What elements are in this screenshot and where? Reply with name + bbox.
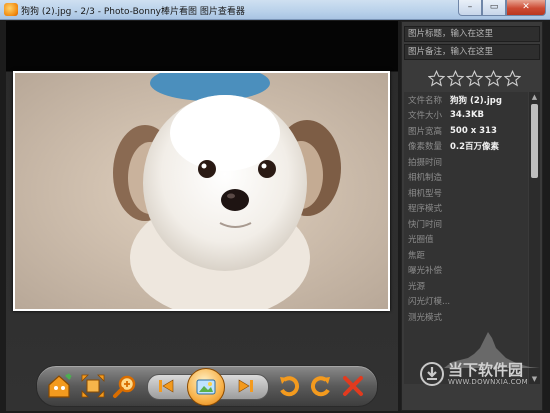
zoom-icon[interactable] bbox=[111, 372, 139, 400]
close-button[interactable]: ✕ bbox=[506, 0, 546, 16]
rotate-right-icon[interactable] bbox=[307, 372, 335, 400]
property-key: 图片宽高 bbox=[408, 126, 443, 137]
home-icon[interactable] bbox=[43, 370, 75, 402]
property-row: 曝光补偿 bbox=[404, 263, 528, 279]
star-icon[interactable] bbox=[485, 70, 502, 87]
property-row: 光圈值 bbox=[404, 232, 528, 248]
property-row: 焦距 bbox=[404, 247, 528, 263]
title-input[interactable]: 图片标题，输入在这里 bbox=[404, 26, 540, 42]
title-bar[interactable]: 狗狗 (2).jpg - 2/3 - Photo-Bonny棒片看图 图片查看器… bbox=[0, 0, 550, 20]
scroll-down-icon[interactable]: ▼ bbox=[531, 375, 538, 383]
watermark-text-en: WWW.DOWNXIA.COM bbox=[448, 378, 528, 386]
property-key: 相机型号 bbox=[408, 188, 443, 199]
previous-icon[interactable] bbox=[155, 376, 177, 396]
scroll-thumb[interactable] bbox=[531, 104, 538, 178]
property-row: 文件大小 34.3KB bbox=[404, 108, 528, 124]
property-key: 相机制造 bbox=[408, 173, 443, 184]
watermark-text-cn: 当下软件园 bbox=[448, 361, 524, 379]
delete-icon[interactable] bbox=[339, 372, 367, 400]
window-title: 狗狗 (2).jpg - 2/3 - Photo-Bonny棒片看图 图片查看器 bbox=[21, 7, 245, 17]
property-key: 焦距 bbox=[408, 250, 426, 261]
property-value: 500 x 313 bbox=[450, 125, 497, 136]
rating-stars[interactable] bbox=[428, 70, 521, 87]
star-icon[interactable] bbox=[504, 70, 521, 87]
photo-frame bbox=[13, 71, 390, 311]
property-value: 34.3KB bbox=[450, 110, 485, 121]
property-key: 文件大小 bbox=[408, 111, 443, 122]
property-key: 闪光灯模... bbox=[408, 297, 451, 308]
property-row: 光源 bbox=[404, 278, 528, 294]
next-icon[interactable] bbox=[235, 376, 257, 396]
watermark-logo-icon bbox=[420, 362, 444, 386]
fit-screen-icon[interactable] bbox=[79, 372, 107, 400]
image-viewer[interactable] bbox=[6, 21, 398, 411]
property-key: 快门时间 bbox=[408, 219, 443, 230]
property-row: 相机型号 bbox=[404, 185, 528, 201]
rotate-left-icon[interactable] bbox=[275, 372, 303, 400]
star-icon[interactable] bbox=[466, 70, 483, 87]
star-icon[interactable] bbox=[428, 70, 445, 87]
slideshow-button[interactable] bbox=[187, 368, 225, 406]
property-row: 程序模式 bbox=[404, 201, 528, 217]
property-row: 像素数量 0.2百万像素 bbox=[404, 139, 528, 155]
property-key: 曝光补偿 bbox=[408, 266, 443, 277]
window-controls: – ▭ ✕ bbox=[458, 0, 546, 17]
property-key: 像素数量 bbox=[408, 142, 443, 153]
app-logo-icon bbox=[4, 3, 18, 16]
property-row: 闪光灯模... bbox=[404, 294, 528, 310]
bottom-toolbar bbox=[36, 365, 378, 407]
property-key: 程序模式 bbox=[408, 204, 443, 215]
note-input[interactable]: 图片备注，输入在这里 bbox=[404, 44, 540, 60]
property-row: 拍摄时间 bbox=[404, 154, 528, 170]
property-key: 光源 bbox=[408, 281, 426, 292]
maximize-button[interactable]: ▭ bbox=[482, 0, 506, 16]
slideshow-icon bbox=[196, 379, 216, 395]
scroll-up-icon[interactable]: ▲ bbox=[531, 93, 538, 101]
property-key: 光圈值 bbox=[408, 235, 434, 246]
minimize-button[interactable]: – bbox=[458, 0, 482, 16]
property-value: 狗狗 (2).jpg bbox=[450, 95, 502, 106]
property-value: 0.2百万像素 bbox=[450, 142, 500, 153]
property-row: 相机制造 bbox=[404, 170, 528, 186]
property-row: 文件名称 狗狗 (2).jpg bbox=[404, 92, 528, 108]
property-key: 拍摄时间 bbox=[408, 157, 443, 168]
watermark: 当下软件园 WWW.DOWNXIA.COM bbox=[420, 362, 528, 386]
star-icon[interactable] bbox=[447, 70, 464, 87]
property-row: 快门时间 bbox=[404, 216, 528, 232]
property-row: 图片宽高 500 x 313 bbox=[404, 123, 528, 139]
property-key: 文件名称 bbox=[408, 95, 443, 106]
info-panel: 图片标题，输入在这里 图片备注，输入在这里 文件名称 狗狗 (2).jpg 文件大… bbox=[401, 21, 543, 411]
dog-photo bbox=[15, 73, 388, 309]
